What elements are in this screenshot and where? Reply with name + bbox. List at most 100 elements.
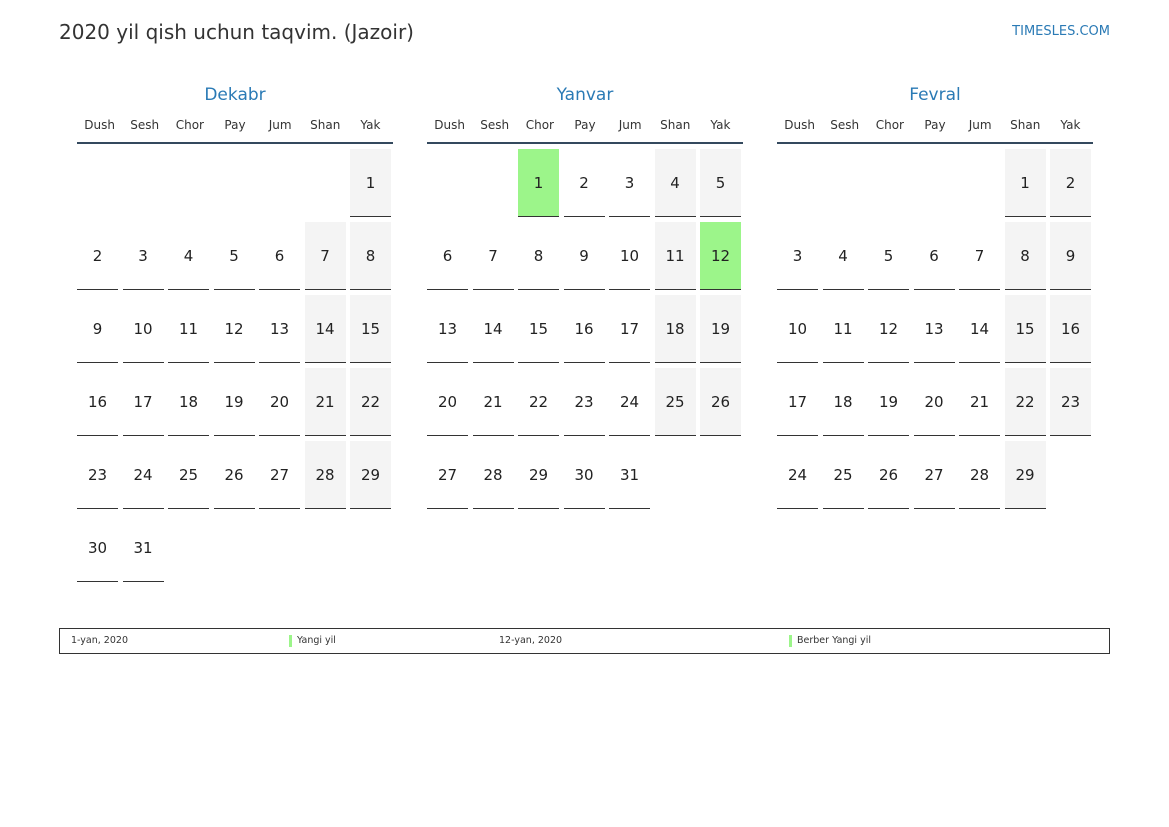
day-cell: 2 xyxy=(1050,149,1091,217)
empty-cell xyxy=(473,149,514,217)
day-cell: 7 xyxy=(472,222,514,290)
day-cell: 8 xyxy=(1004,222,1046,290)
weekday-label: Pay xyxy=(224,118,246,132)
day-cell: 13 xyxy=(427,295,468,363)
day-cell: 29 xyxy=(1004,441,1046,509)
day-cell: 16 xyxy=(77,368,118,436)
site-link[interactable]: TIMESLES.COM xyxy=(1012,24,1110,39)
holiday-legend: 1-yan, 2020 Yangi yil 12-yan, 2020 Berbe… xyxy=(59,628,1110,654)
empty-cell xyxy=(777,149,818,217)
day-cell: 17 xyxy=(609,295,650,363)
day-cell: 25 xyxy=(822,441,864,509)
holiday-day-cell: 12 xyxy=(700,222,741,290)
weekday-label: Dush xyxy=(784,118,815,132)
weekday-label: Chor xyxy=(525,118,554,132)
weekday-label: Chor xyxy=(175,118,204,132)
day-cell: 13 xyxy=(913,295,955,363)
holiday-marker xyxy=(289,635,292,647)
day-grid: 1 2 3 4 5 6 7 8 9 10 11 12 13 14 15 16 17 18 19 20 21 22 23 24 2… xyxy=(77,149,393,582)
weekday-label: Yak xyxy=(710,118,731,132)
empty-cell xyxy=(914,149,955,217)
day-cell: 20 xyxy=(259,368,300,436)
day-cell: 18 xyxy=(654,295,696,363)
empty-cell xyxy=(305,149,346,217)
day-cell: 6 xyxy=(913,222,955,290)
day-cell: 26 xyxy=(700,368,741,436)
day-cell: 30 xyxy=(563,441,605,509)
day-cell: 2 xyxy=(563,149,605,217)
weekday-header: Dush Sesh Chor Pay Jum Shan Yak xyxy=(427,108,743,144)
day-cell: 10 xyxy=(122,295,164,363)
day-grid: 1 2 3 4 5 6 7 8 9 10 11 12 13 14 15 16 17 18 19 20 21 22 23 24 2… xyxy=(777,149,1093,509)
day-cell: 18 xyxy=(822,368,864,436)
weekday-label: Shan xyxy=(310,118,341,132)
day-cell: 17 xyxy=(122,368,164,436)
holiday-day-cell: 1 xyxy=(518,149,559,217)
day-cell: 24 xyxy=(777,441,818,509)
empty-cell xyxy=(868,149,909,217)
day-cell: 29 xyxy=(518,441,559,509)
day-cell: 19 xyxy=(213,368,255,436)
day-cell: 22 xyxy=(1004,368,1046,436)
day-cell: 19 xyxy=(700,295,741,363)
month-dekabr: Dekabr Dush Sesh Chor Pay Jum Shan Yak 1234567… xyxy=(77,84,393,582)
day-cell: 23 xyxy=(77,441,118,509)
day-cell: 25 xyxy=(168,441,209,509)
day-cell: 20 xyxy=(913,368,955,436)
day-cell: 8 xyxy=(350,222,391,290)
day-cell: 7 xyxy=(304,222,346,290)
empty-cell xyxy=(123,149,164,217)
weekday-label: Yak xyxy=(360,118,381,132)
day-cell: 2 xyxy=(77,222,118,290)
day-cell: 27 xyxy=(427,441,468,509)
day-cell: 26 xyxy=(868,441,909,509)
day-cell: 18 xyxy=(168,368,209,436)
weekday-label: Jum xyxy=(968,118,992,132)
day-cell: 19 xyxy=(868,368,909,436)
empty-cell xyxy=(168,149,209,217)
weekday-label: Dush xyxy=(434,118,465,132)
weekday-label: Pay xyxy=(574,118,596,132)
holiday-marker xyxy=(789,635,792,647)
day-cell: 10 xyxy=(777,295,818,363)
day-cell: 8 xyxy=(518,222,559,290)
day-cell: 22 xyxy=(518,368,559,436)
day-cell: 11 xyxy=(822,295,864,363)
day-cell: 6 xyxy=(427,222,468,290)
weekday-label: Shan xyxy=(1010,118,1041,132)
day-cell: 15 xyxy=(518,295,559,363)
day-cell: 24 xyxy=(609,368,650,436)
day-cell: 27 xyxy=(913,441,955,509)
empty-cell xyxy=(214,149,255,217)
page-title: 2020 yil qish uchun taqvim. (Jazoir) xyxy=(59,20,414,44)
day-cell: 15 xyxy=(350,295,391,363)
day-cell: 4 xyxy=(822,222,864,290)
month-yanvar: Yanvar Dush Sesh Chor Pay Jum Shan Yak 1234567… xyxy=(427,84,743,509)
legend-holiday-name: Berber Yangi yil xyxy=(797,635,871,646)
weekday-label: Pay xyxy=(924,118,946,132)
day-cell: 21 xyxy=(472,368,514,436)
day-cell: 27 xyxy=(259,441,300,509)
day-cell: 14 xyxy=(959,295,1000,363)
day-cell: 28 xyxy=(304,441,346,509)
day-cell: 12 xyxy=(213,295,255,363)
day-cell: 1 xyxy=(1004,149,1046,217)
weekday-label: Sesh xyxy=(130,118,160,132)
day-cell: 20 xyxy=(427,368,468,436)
day-cell: 11 xyxy=(168,295,209,363)
day-cell: 28 xyxy=(472,441,514,509)
weekday-label: Chor xyxy=(875,118,904,132)
day-cell: 3 xyxy=(122,222,164,290)
day-cell: 5 xyxy=(868,222,909,290)
day-cell: 14 xyxy=(472,295,514,363)
day-cell: 5 xyxy=(213,222,255,290)
day-cell: 30 xyxy=(77,514,118,582)
day-cell: 21 xyxy=(304,368,346,436)
day-cell: 14 xyxy=(304,295,346,363)
day-cell: 1 xyxy=(350,149,391,217)
day-cell: 29 xyxy=(350,441,391,509)
day-cell: 9 xyxy=(563,222,605,290)
weekday-header: Dush Sesh Chor Pay Jum Shan Yak xyxy=(777,108,1093,144)
day-cell: 21 xyxy=(959,368,1000,436)
day-cell: 16 xyxy=(563,295,605,363)
